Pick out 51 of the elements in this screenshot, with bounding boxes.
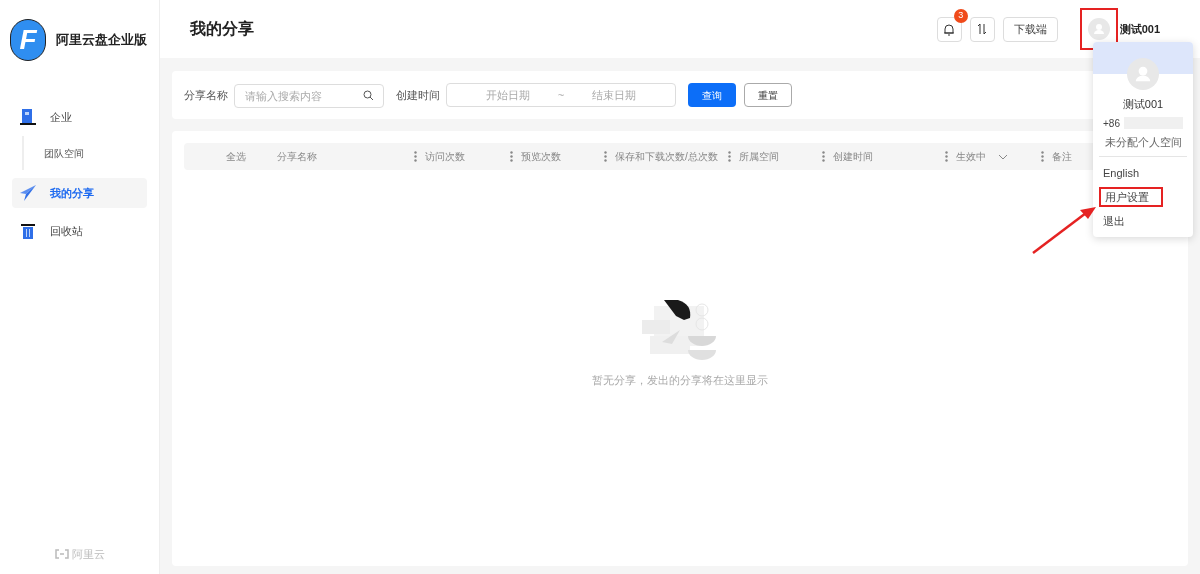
search-icon	[363, 89, 374, 101]
column-resize-handle[interactable]	[604, 151, 607, 162]
notification-badge: 3	[953, 8, 968, 23]
notification-button[interactable]	[936, 16, 962, 42]
field-label: 创建时间	[396, 87, 440, 103]
column-header: 备注	[1052, 150, 1072, 164]
column-header: 创建时间	[833, 150, 873, 164]
query-button[interactable]: 查询	[688, 83, 736, 107]
user-name: 测试001	[1119, 21, 1160, 37]
column-resize-handle[interactable]	[728, 151, 731, 162]
transfer-arrows-icon	[976, 23, 989, 35]
field-label: 分享名称	[184, 87, 228, 103]
transfer-button[interactable]	[969, 16, 995, 42]
column-header: 所属空间	[739, 150, 779, 164]
column-header: 分享名称	[277, 150, 317, 164]
column-resize-handle[interactable]	[822, 151, 825, 162]
reset-button[interactable]: 重置	[744, 83, 792, 107]
sidebar-item[interactable]: 我的分享	[12, 178, 147, 208]
column-header: 全选	[225, 150, 246, 164]
paper-plane-icon	[18, 183, 38, 203]
column-header: 保存和下载次数/总次数	[615, 150, 718, 164]
column-header: 访问次数	[425, 150, 465, 164]
column-header: 预览次数	[521, 150, 561, 164]
column-resize-handle[interactable]	[1041, 151, 1044, 162]
app-name: 阿里云盘企业版	[56, 31, 147, 50]
app-logo: F	[10, 19, 46, 61]
phone-prefix: +86	[1103, 116, 1120, 131]
annotation-arrow	[1030, 205, 1098, 255]
sidebar-item[interactable]: 回收站	[12, 216, 147, 246]
column-resize-handle[interactable]	[510, 151, 513, 162]
menu-item[interactable]: 退出	[1099, 211, 1187, 231]
column-header: 生效中	[956, 150, 986, 164]
chevron-down-icon[interactable]	[998, 153, 1008, 160]
download-client-button[interactable]: 下载端	[1002, 16, 1058, 42]
menu-item[interactable]: English	[1099, 163, 1187, 183]
menu-user-name: 测试001	[1122, 97, 1164, 112]
menu-item[interactable]: 用户设置	[1099, 187, 1163, 207]
building-icon	[18, 107, 38, 127]
sidebar-item[interactable]: 企业	[12, 102, 147, 132]
page-title: 我的分享	[190, 19, 254, 39]
space-status: 未分配个人空间	[1104, 134, 1182, 150]
cloud-logo-icon	[54, 548, 70, 559]
avatar-icon	[1087, 18, 1110, 40]
sidebar-subitem[interactable]: 团队空间	[24, 142, 147, 164]
search-field[interactable]: 请输入搜索内容	[234, 83, 384, 108]
column-resize-handle[interactable]	[945, 151, 948, 162]
column-resize-handle[interactable]	[414, 151, 417, 162]
avatar-icon	[1127, 58, 1159, 90]
bell-icon	[943, 22, 956, 36]
trash-icon	[18, 221, 38, 241]
empty-state-text: 暂无分享，发出的分享将在这里显示	[592, 372, 768, 388]
